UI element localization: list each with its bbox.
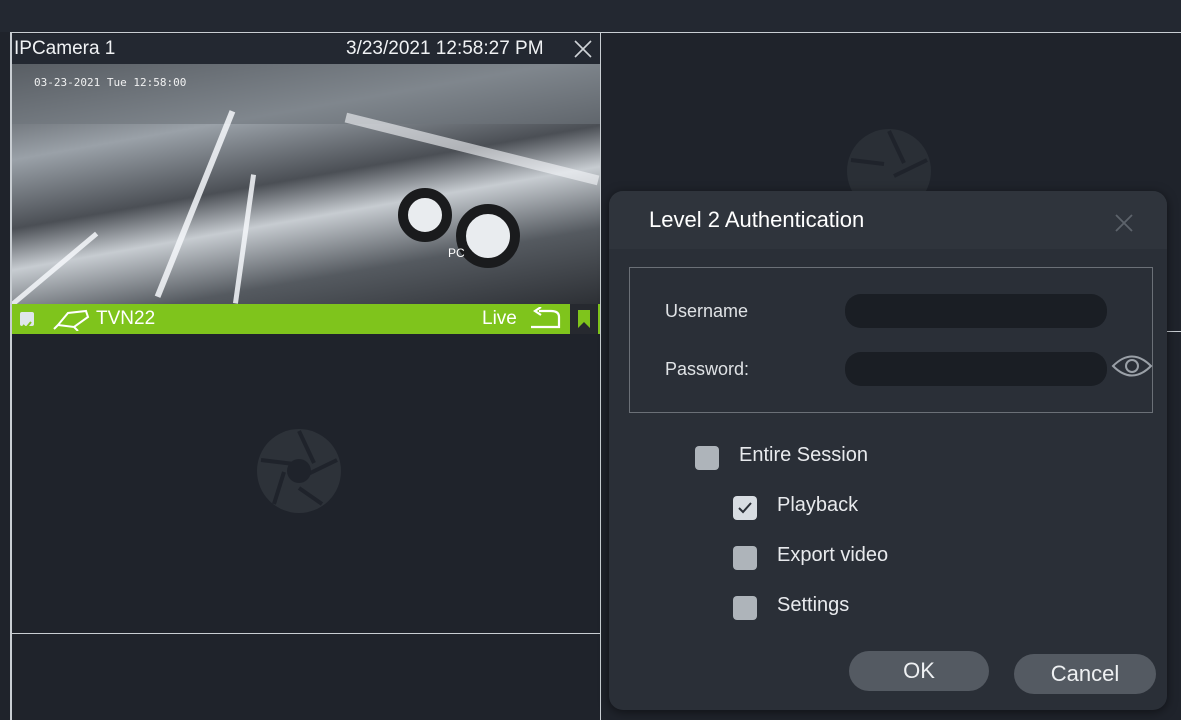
username-input[interactable]: [845, 294, 1107, 328]
camera-icon: [53, 309, 90, 331]
grid-divider-horizontal-left: [10, 633, 600, 634]
device-name: TVN22: [96, 308, 156, 329]
video-light-strip: [154, 110, 236, 298]
video-light-strip: [12, 231, 99, 304]
camera-status-bar: TVN22 Live: [12, 304, 600, 334]
ok-button[interactable]: OK: [849, 651, 989, 691]
authentication-dialog: Level 2 Authentication Username Password…: [609, 191, 1167, 710]
aperture-icon: [847, 129, 931, 192]
video-ceiling: [12, 64, 600, 124]
playback-label: Playback: [777, 494, 859, 516]
playback-checkbox[interactable]: Playback: [733, 494, 973, 524]
camera-timestamp: 3/23/2021 12:58:27 PM: [346, 38, 544, 59]
password-input[interactable]: [845, 352, 1107, 386]
bookmark-button[interactable]: [570, 304, 598, 334]
camera-tile-header: IPCamera 1 3/23/2021 12:58:27 PM: [12, 34, 600, 64]
grid-divider-horizontal-right: [1167, 331, 1181, 332]
aperture-icon: [257, 429, 341, 513]
bookmark-icon: [578, 310, 590, 328]
checkbox-box: [733, 596, 757, 620]
return-icon[interactable]: [527, 307, 563, 331]
export-video-checkbox[interactable]: Export video: [733, 544, 973, 574]
video-label: PC: [448, 246, 465, 260]
credentials-group: [629, 267, 1153, 413]
video-light-strip: [232, 174, 257, 304]
settings-checkbox[interactable]: Settings: [733, 594, 973, 624]
eye-icon[interactable]: [1111, 353, 1153, 379]
top-bar: [0, 0, 1181, 32]
camera-select-checkbox[interactable]: [20, 312, 34, 330]
password-label: Password:: [665, 359, 750, 379]
camera-video-feed[interactable]: 03-23-2021 Tue 12:58:00 PC: [12, 64, 600, 304]
camera-name: IPCamera 1: [14, 38, 116, 59]
username-label: Username: [665, 301, 749, 321]
live-status: Live: [482, 308, 517, 329]
close-icon[interactable]: [1113, 212, 1135, 234]
cancel-button[interactable]: Cancel: [1014, 654, 1156, 694]
video-camera-lens: [456, 204, 520, 268]
entire-session-label: Entire Session: [739, 444, 868, 466]
checkmark-icon: [22, 321, 32, 330]
grid-border-top: [10, 32, 1181, 33]
checkbox-box: [733, 546, 757, 570]
entire-session-checkbox[interactable]: Entire Session: [695, 444, 955, 474]
checkbox-box: [733, 496, 757, 520]
dialog-title: Level 2 Authentication: [649, 207, 865, 232]
settings-label: Settings: [777, 594, 850, 616]
grid-divider-vertical: [600, 33, 601, 720]
export-video-label: Export video: [777, 544, 889, 566]
close-icon[interactable]: [572, 38, 594, 60]
checkmark-icon: [738, 502, 752, 514]
video-overlay-text: 03-23-2021 Tue 12:58:00: [34, 76, 187, 89]
checkbox-box: [695, 446, 719, 470]
dialog-header: Level 2 Authentication: [609, 191, 1167, 249]
video-camera-lens: [398, 188, 452, 242]
